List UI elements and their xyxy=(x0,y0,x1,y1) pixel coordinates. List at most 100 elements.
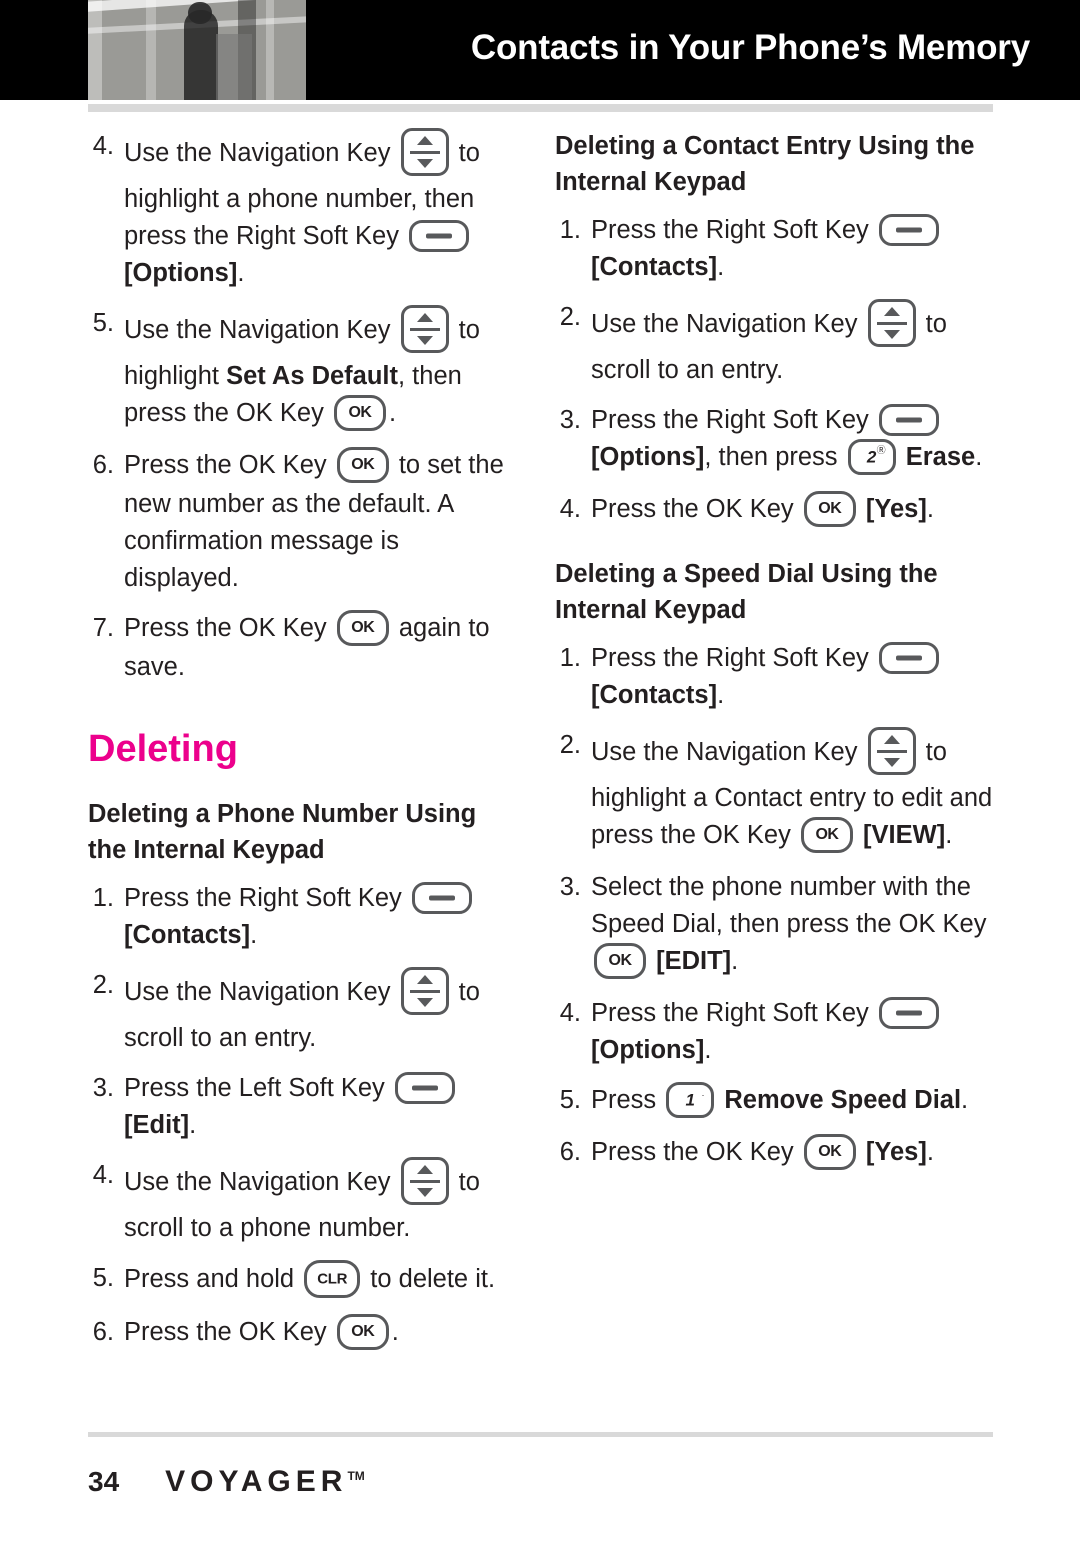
ok-key-icon: OK xyxy=(803,491,856,527)
step-text: Press the Right Soft Key [Options]. xyxy=(591,995,995,1069)
emphasis-text: [VIEW] xyxy=(863,821,946,850)
instruction-step: 2. Use the Navigation Key to highlight a … xyxy=(555,727,995,856)
instruction-step: 3. Select the phone number with the Speed… xyxy=(555,869,995,982)
emphasis-text: [Contacts] xyxy=(591,253,718,281)
instruction-step: 2. Use the Navigation Key to scroll to an… xyxy=(88,967,508,1057)
step-text: Press and hold CLR to delete it. xyxy=(124,1260,508,1301)
soft-key-icon xyxy=(394,1071,455,1104)
step-text: Press the OK Key OK [Yes]. xyxy=(591,491,995,530)
step-text: Press the Right Soft Key [Contacts]. xyxy=(591,640,995,714)
navigation-key-icon xyxy=(400,128,449,176)
step-number: 4. xyxy=(92,132,114,160)
step-number: 4. xyxy=(559,999,581,1027)
page-number: 34 xyxy=(88,1466,120,1497)
instruction-step: 5. Press and hold CLR to delete it. xyxy=(88,1260,508,1301)
emphasis-text: [Options] xyxy=(124,259,238,287)
page-header: Contacts in Your Phone’s Memory xyxy=(0,0,1080,100)
ok-key-icon: OK xyxy=(594,943,646,979)
step-text: Use the Navigation Key to scroll to an e… xyxy=(124,967,508,1057)
instruction-step: 3. Press the Left Soft Key [Edit]. xyxy=(88,1070,508,1144)
step-number: 2. xyxy=(559,303,581,331)
emphasis-text: [Contacts] xyxy=(124,921,251,949)
soft-key-icon xyxy=(878,213,939,246)
step-number: 4. xyxy=(559,495,581,523)
instruction-step: 2. Use the Navigation Key to scroll to an… xyxy=(555,299,995,389)
step-text: Use the Navigation Key to scroll to an e… xyxy=(591,299,995,389)
step-text: Press the Right Soft Key [Contacts]. xyxy=(591,212,995,286)
step-number: 5. xyxy=(559,1086,581,1114)
number-2-key-icon: 2 Ⓡ xyxy=(847,439,896,475)
left-steps-group-1: 4. Use the Navigation Key to highlight a … xyxy=(88,128,508,686)
soft-key-icon xyxy=(878,996,939,1029)
instruction-step: 5. Use the Navigation Key to highlight Se… xyxy=(88,305,508,434)
step-text: Use the Navigation Key to scroll to a ph… xyxy=(124,1157,508,1247)
instruction-step: 1. Press the Right Soft Key [Contacts]. xyxy=(555,640,995,714)
emphasis-text: [Options] xyxy=(591,443,705,472)
ok-key-icon: OK xyxy=(336,610,389,646)
ok-key-icon: OK xyxy=(800,817,853,853)
section-title-deleting: Deleting xyxy=(88,728,238,770)
page-title: Contacts in Your Phone’s Memory xyxy=(470,28,1030,67)
step-number: 3. xyxy=(92,1074,114,1102)
instruction-step: 3. Press the Right Soft Key [Options], th… xyxy=(555,402,995,478)
ok-key-icon: OK xyxy=(803,1134,856,1170)
emphasis-text: Erase xyxy=(905,443,976,472)
page-footer: 34 VOYAGERTM xyxy=(88,1462,993,1502)
instruction-step: 4. Press the OK Key OK [Yes]. xyxy=(555,491,995,530)
emphasis-text: [Options] xyxy=(591,1036,705,1064)
soft-key-icon xyxy=(409,219,470,252)
instruction-step: 1. Press the Right Soft Key [Contacts]. xyxy=(555,212,995,286)
step-number: 5. xyxy=(92,1264,114,1292)
emphasis-text: [Edit] xyxy=(124,1111,190,1139)
soft-key-icon xyxy=(878,641,939,674)
subheading-delete-contact-entry: Deleting a Contact Entry Using the Inter… xyxy=(555,132,975,196)
instruction-step: 1. Press the Right Soft Key [Contacts]. xyxy=(88,880,508,954)
trademark-symbol: TM xyxy=(347,1469,365,1483)
step-text: Press the OK Key OK again to save. xyxy=(124,610,508,686)
step-text: Press the Left Soft Key [Edit]. xyxy=(124,1070,508,1144)
step-number: 6. xyxy=(92,451,114,479)
emphasis-text: [Yes] xyxy=(865,495,927,524)
right-steps-group-2: 1. Press the Right Soft Key [Contacts]. 2.… xyxy=(555,640,995,1173)
instruction-step: 6. Press the OK Key OK. xyxy=(88,1314,508,1353)
step-number: 2. xyxy=(559,731,581,759)
step-text: Press the OK Key OK to set the new numbe… xyxy=(124,447,508,597)
navigation-key-icon xyxy=(867,299,916,347)
step-text: Use the Navigation Key to highlight a ph… xyxy=(124,128,508,292)
soft-key-icon xyxy=(878,403,939,436)
step-number: 1. xyxy=(559,216,581,244)
brand-name: VOYAGER xyxy=(165,1465,348,1498)
instruction-step: 4. Press the Right Soft Key [Options]. xyxy=(555,995,995,1069)
instruction-step: 6. Press the OK Key OK [Yes]. xyxy=(555,1134,995,1173)
step-number: 7. xyxy=(92,614,114,642)
instruction-step: 6. Press the OK Key OK to set the new num… xyxy=(88,447,508,597)
number-1-key-icon: 1. xyxy=(666,1082,715,1118)
navigation-key-icon xyxy=(400,967,449,1015)
subheading-delete-phone-number: Deleting a Phone Number Using the Intern… xyxy=(88,800,477,864)
brand-wordmark: VOYAGERTM xyxy=(165,1465,365,1499)
step-number: 2. xyxy=(92,971,114,999)
step-text: Press the OK Key OK [Yes]. xyxy=(591,1134,995,1173)
ok-key-icon: OK xyxy=(336,447,389,483)
step-text: Use the Navigation Key to highlight Set … xyxy=(124,305,508,434)
step-number: 3. xyxy=(559,406,581,434)
instruction-step: 7. Press the OK Key OK again to save. xyxy=(88,610,508,686)
emphasis-text: [Contacts] xyxy=(591,681,718,709)
instruction-step: 4. Use the Navigation Key to highlight a … xyxy=(88,128,508,292)
instruction-step: 4. Use the Navigation Key to scroll to a … xyxy=(88,1157,508,1247)
emphasis-text: Set As Default xyxy=(226,362,399,390)
navigation-key-icon xyxy=(400,1157,449,1205)
step-number: 3. xyxy=(559,873,581,901)
emphasis-text: [EDIT] xyxy=(656,947,732,976)
emphasis-text: Remove Speed Dial xyxy=(724,1086,962,1115)
clr-key-icon: CLR xyxy=(304,1260,361,1298)
ok-key-icon: OK xyxy=(333,395,386,431)
step-number: 6. xyxy=(559,1138,581,1166)
subheading-delete-speed-dial: Deleting a Speed Dial Using the Internal… xyxy=(555,560,938,624)
header-photo xyxy=(88,0,306,100)
step-text: Use the Navigation Key to highlight a Co… xyxy=(591,727,995,856)
step-number: 1. xyxy=(559,644,581,672)
ok-key-icon: OK xyxy=(336,1314,389,1350)
header-divider xyxy=(88,104,993,112)
soft-key-icon xyxy=(411,881,472,914)
